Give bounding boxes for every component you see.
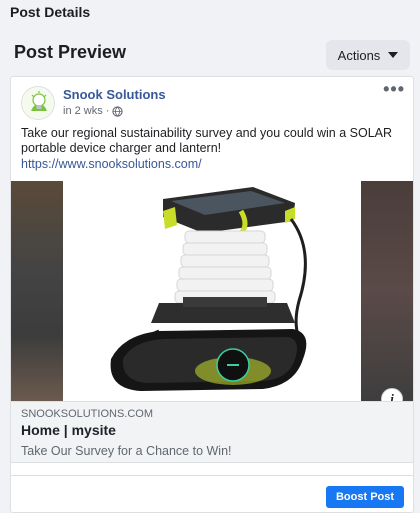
page-avatar[interactable] xyxy=(21,86,55,120)
product-photo xyxy=(63,181,361,401)
post-details-title: Post Details xyxy=(10,4,91,20)
lightbulb-logo-icon xyxy=(23,88,54,119)
caret-down-icon xyxy=(388,52,399,58)
post-image[interactable]: i xyxy=(11,181,413,401)
page-name-link[interactable]: Snook Solutions xyxy=(63,87,166,102)
actions-label: Actions xyxy=(337,47,381,63)
footer-divider xyxy=(11,475,413,476)
post-time: in 2 wks · xyxy=(63,105,110,117)
actions-dropdown-button[interactable]: Actions xyxy=(326,40,410,70)
more-options-icon[interactable]: ••• xyxy=(383,80,405,98)
globe-icon xyxy=(112,105,124,117)
boost-post-button[interactable]: Boost Post xyxy=(326,486,404,508)
post-text: Take our regional sustainability survey … xyxy=(21,126,393,155)
post-url-link[interactable]: https://www.snooksolutions.com/ xyxy=(21,157,202,171)
link-title: Home | mysite xyxy=(21,422,116,438)
image-blur-right xyxy=(361,181,413,401)
post-meta: in 2 wks · xyxy=(63,105,124,117)
image-blur-left xyxy=(11,181,63,401)
link-description: Take Our Survey for a Chance to Win! xyxy=(21,444,232,458)
post-preview-heading: Post Preview xyxy=(14,42,127,62)
solar-lantern-illustration xyxy=(110,187,307,391)
post-card: Snook Solutions in 2 wks · ••• Take our … xyxy=(10,76,414,513)
link-preview-card[interactable]: SNOOKSOLUTIONS.COM Home | mysite Take Ou… xyxy=(11,401,413,463)
link-domain: SNOOKSOLUTIONS.COM xyxy=(21,408,154,420)
